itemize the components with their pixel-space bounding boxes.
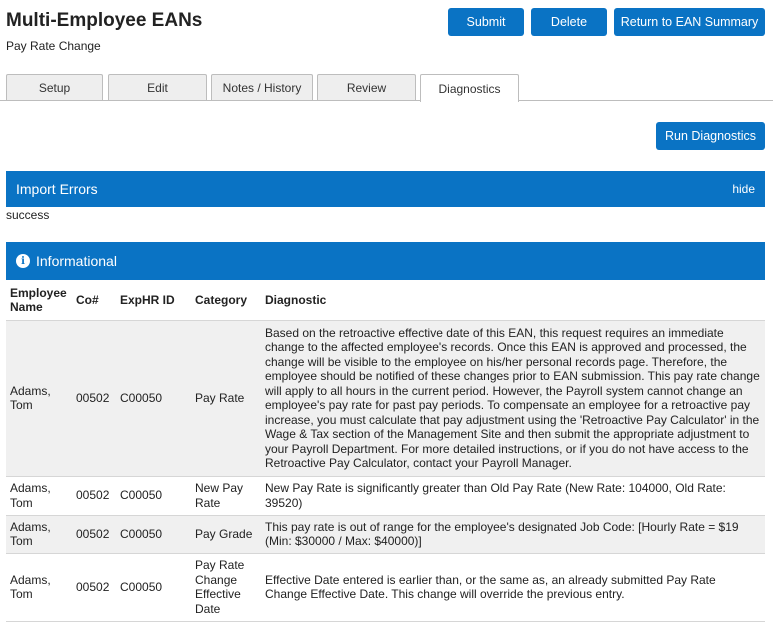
cell-diagnostic: Based on the retroactive effective date … (261, 319, 765, 476)
page-subtitle: Pay Rate Change (6, 39, 101, 53)
tab-divider (0, 100, 773, 101)
cell-exphr: C00050 (116, 552, 191, 622)
cell-category: New Pay Rate (191, 475, 261, 515)
cell-diagnostic: Effective Date entered is earlier than, … (261, 552, 765, 622)
tab-setup[interactable]: Setup (6, 74, 103, 101)
informational-title: Informational (36, 253, 117, 269)
tab-diagnostics[interactable]: Diagnostics (420, 74, 519, 102)
cell-category: Pay Grade (191, 514, 261, 553)
table-header-row: Employee Name Co# ExpHR ID Category Diag… (6, 280, 765, 320)
import-errors-header: Import Errors hide (6, 171, 765, 207)
page-title: Multi-Employee EANs (6, 10, 203, 31)
column-exphr-id: ExpHR ID (116, 280, 191, 320)
table-row: Adams, Tom 00502 C00050 Pay Grade This p… (6, 514, 765, 553)
informational-header: i Informational (6, 242, 765, 280)
tab-notes-history[interactable]: Notes / History (211, 74, 313, 101)
table-row: Adams, Tom 00502 C00050 Pay Rate Based o… (6, 319, 765, 476)
cell-co: 00502 (72, 514, 116, 553)
import-status-text: success (6, 208, 50, 222)
cell-exphr: C00050 (116, 319, 191, 476)
table-row: Adams, Tom 00502 C00050 New Pay Rate New… (6, 475, 765, 515)
cell-co: 00502 (72, 475, 116, 515)
column-employee-name: Employee Name (6, 280, 72, 320)
cell-diagnostic: New Pay Rate is significantly greater th… (261, 475, 765, 515)
delete-button[interactable]: Delete (531, 8, 607, 36)
column-category: Category (191, 280, 261, 320)
cell-employee: Adams, Tom (6, 552, 72, 622)
cell-exphr: C00050 (116, 514, 191, 553)
cell-diagnostic: This pay rate is out of range for the em… (261, 514, 765, 553)
cell-employee: Adams, Tom (6, 319, 72, 476)
return-to-summary-button[interactable]: Return to EAN Summary (614, 8, 765, 36)
hide-link[interactable]: hide (732, 182, 755, 196)
diagnostics-table: Employee Name Co# ExpHR ID Category Diag… (6, 280, 765, 622)
cell-employee: Adams, Tom (6, 475, 72, 515)
info-icon: i (16, 254, 30, 268)
tab-edit[interactable]: Edit (108, 74, 207, 101)
import-errors-title: Import Errors (16, 181, 98, 197)
run-diagnostics-button[interactable]: Run Diagnostics (656, 122, 765, 150)
column-diagnostic: Diagnostic (261, 280, 765, 320)
cell-category: Pay Rate Change Effective Date (191, 552, 261, 622)
cell-exphr: C00050 (116, 475, 191, 515)
cell-category: Pay Rate (191, 319, 261, 476)
table-row: Adams, Tom 00502 C00050 Pay Rate Change … (6, 552, 765, 622)
column-co: Co# (72, 280, 116, 320)
submit-button[interactable]: Submit (448, 8, 524, 36)
tab-review[interactable]: Review (317, 74, 416, 101)
cell-employee: Adams, Tom (6, 514, 72, 553)
cell-co: 00502 (72, 552, 116, 622)
tab-bar: Setup Edit Notes / History Review Diagno… (0, 74, 773, 102)
cell-co: 00502 (72, 319, 116, 476)
